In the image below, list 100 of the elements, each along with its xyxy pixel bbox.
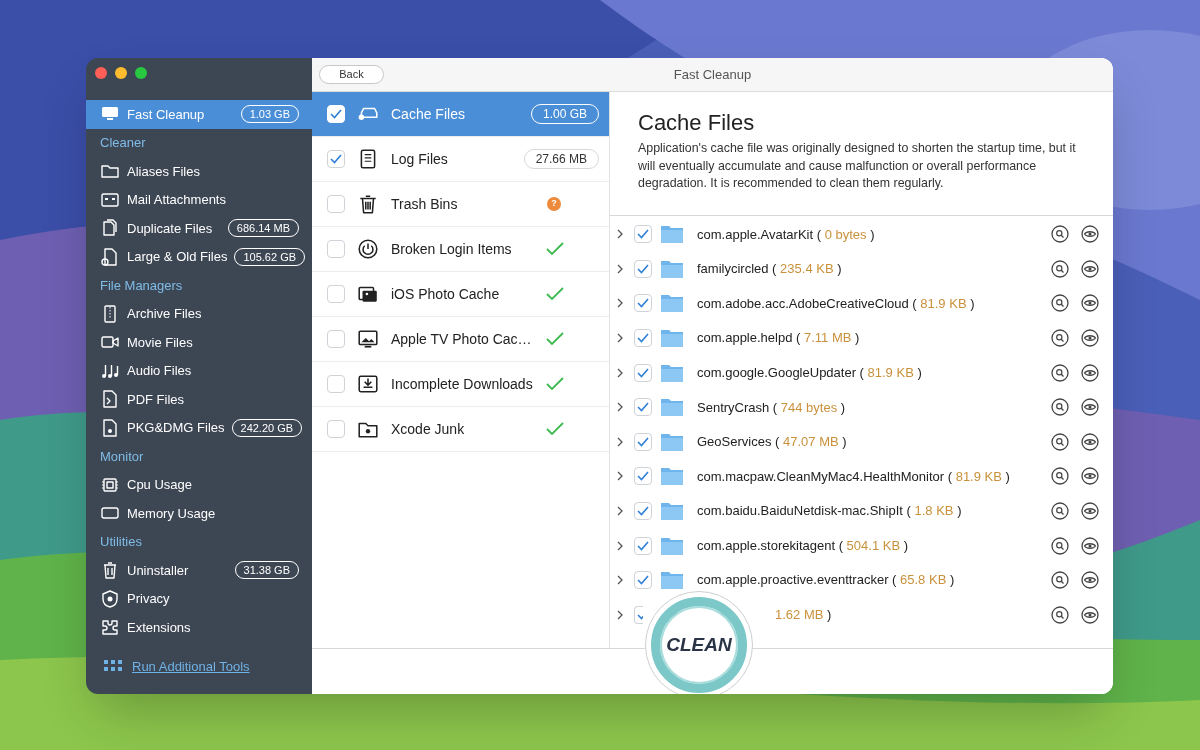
- sidebar-item[interactable]: Extensions: [86, 613, 312, 642]
- chevron-icon[interactable]: [616, 263, 624, 274]
- category-label: Incomplete Downloads: [391, 374, 534, 394]
- chevron-icon[interactable]: [616, 506, 624, 517]
- eye-icon[interactable]: [1081, 329, 1099, 348]
- close-button[interactable]: [95, 67, 107, 79]
- category-item[interactable]: iOS Photo Cache: [312, 272, 609, 317]
- sidebar-item[interactable]: Large & Old Files 105.62 GB: [86, 242, 312, 271]
- item-label: Movie Files: [127, 333, 194, 352]
- run-additional-tools-link[interactable]: Run Additional Tools: [132, 656, 250, 676]
- checkbox[interactable]: [634, 502, 652, 521]
- sidebar-item[interactable]: Audio Files: [86, 356, 312, 385]
- folder-icon: [660, 431, 684, 452]
- checkbox[interactable]: [634, 259, 652, 278]
- search-icon[interactable]: [1051, 605, 1069, 624]
- check-icon: [637, 436, 649, 447]
- sidebar-item[interactable]: Duplicate Files 686.14 MB: [86, 214, 312, 243]
- chevron-icon[interactable]: [616, 333, 624, 344]
- checkbox[interactable]: [634, 571, 652, 590]
- category-item[interactable]: Xcode Junk: [312, 407, 609, 452]
- sidebar-item[interactable]: Uninstaller 31.38 GB: [86, 556, 312, 585]
- search-icon[interactable]: [1051, 536, 1069, 555]
- folder-icon: [660, 570, 684, 591]
- eye-icon[interactable]: [1081, 398, 1099, 417]
- checkbox[interactable]: [634, 432, 652, 451]
- eye-icon[interactable]: [1081, 536, 1099, 555]
- chevron-icon[interactable]: [616, 575, 624, 586]
- eye-icon[interactable]: [1081, 571, 1099, 590]
- category-item[interactable]: Trash Bins ?: [312, 182, 609, 227]
- search-icon[interactable]: [1051, 329, 1069, 348]
- category-item[interactable]: Log Files 27.66 MB: [312, 137, 609, 182]
- chevron-icon[interactable]: [616, 436, 624, 447]
- eye-icon[interactable]: [1081, 294, 1099, 313]
- photo-monitor-icon: [357, 328, 379, 350]
- eye-icon[interactable]: [1081, 225, 1099, 244]
- checkbox[interactable]: [634, 363, 652, 382]
- chevron-icon[interactable]: [616, 229, 624, 240]
- back-button[interactable]: Back: [319, 65, 384, 84]
- search-icon[interactable]: [1051, 398, 1069, 417]
- file-entry: familycircled ( 235.4 KB ): [697, 260, 843, 279]
- search-icon[interactable]: [1051, 571, 1069, 590]
- search-icon[interactable]: [1051, 467, 1069, 486]
- sidebar-item[interactable]: Privacy: [86, 584, 312, 613]
- chevron-icon[interactable]: [616, 471, 624, 482]
- minimize-button[interactable]: [115, 67, 127, 79]
- checkbox[interactable]: [634, 605, 643, 624]
- search-icon[interactable]: [1051, 363, 1069, 382]
- sidebar-item[interactable]: PKG&DMG Files 242.20 GB: [86, 413, 312, 442]
- eye-icon[interactable]: [1081, 467, 1099, 486]
- file-entry: 1.62 MB ): [774, 606, 833, 625]
- checkbox[interactable]: [634, 536, 652, 555]
- eye-icon[interactable]: [1081, 259, 1099, 278]
- clean-button[interactable]: CLEAN: [645, 591, 753, 694]
- sidebar-item[interactable]: Archive Files: [86, 299, 312, 328]
- document-clock-icon: [100, 246, 120, 267]
- sidebar-item[interactable]: Mail Attachments: [86, 185, 312, 214]
- item-label: Large & Old Files: [127, 248, 228, 266]
- chevron-icon[interactable]: [616, 402, 624, 413]
- checkbox[interactable]: [634, 329, 652, 348]
- item-label: PKG&DMG Files: [127, 419, 225, 437]
- category-item[interactable]: Broken Login Items: [312, 227, 609, 272]
- eye-icon[interactable]: [1081, 363, 1099, 382]
- trash-icon: [357, 193, 379, 215]
- chevron-icon[interactable]: [616, 367, 624, 378]
- search-icon[interactable]: [1051, 294, 1069, 313]
- checkbox[interactable]: [327, 375, 345, 393]
- category-label: Cache Files: [391, 104, 466, 124]
- search-icon[interactable]: [1051, 259, 1069, 278]
- file-entry: com.apple.AvatarKit ( 0 bytes ): [697, 225, 876, 244]
- file-entry: com.google.GoogleUpdater ( 81.9 KB ): [697, 363, 923, 382]
- checkbox[interactable]: [327, 150, 345, 168]
- checkbox[interactable]: [634, 467, 652, 486]
- checkbox[interactable]: [327, 330, 345, 348]
- search-icon[interactable]: [1051, 225, 1069, 244]
- category-item[interactable]: Apple TV Photo Cac…: [312, 317, 609, 362]
- checkbox[interactable]: [327, 420, 345, 438]
- search-icon[interactable]: [1051, 432, 1069, 451]
- eye-icon[interactable]: [1081, 605, 1099, 624]
- sidebar-item[interactable]: Aliases Files: [86, 157, 312, 186]
- sidebar-item[interactable]: Cpu Usage: [86, 470, 312, 499]
- checkbox[interactable]: [327, 285, 345, 303]
- chevron-icon[interactable]: [616, 609, 624, 620]
- sidebar-item[interactable]: Memory Usage: [86, 499, 312, 528]
- eye-icon[interactable]: [1081, 502, 1099, 521]
- checkbox[interactable]: [327, 195, 345, 213]
- checkbox[interactable]: [634, 398, 652, 417]
- eye-icon[interactable]: [1081, 432, 1099, 451]
- category-item[interactable]: Incomplete Downloads: [312, 362, 609, 407]
- checkbox[interactable]: [634, 294, 652, 313]
- item-label: PDF Files: [127, 390, 186, 409]
- checkbox[interactable]: [327, 240, 345, 258]
- file-entry: com.baidu.BaiduNetdisk-mac.ShipIt ( 1.8 KB ): [697, 502, 963, 521]
- search-icon[interactable]: [1051, 502, 1069, 521]
- check-icon: [546, 332, 564, 346]
- sidebar-item[interactable]: Movie Files: [86, 328, 312, 357]
- chevron-icon[interactable]: [616, 540, 624, 551]
- checkbox[interactable]: [634, 225, 652, 244]
- zoom-button[interactable]: [135, 67, 147, 79]
- chevron-icon[interactable]: [616, 298, 624, 309]
- sidebar-item[interactable]: PDF Files: [86, 385, 312, 414]
